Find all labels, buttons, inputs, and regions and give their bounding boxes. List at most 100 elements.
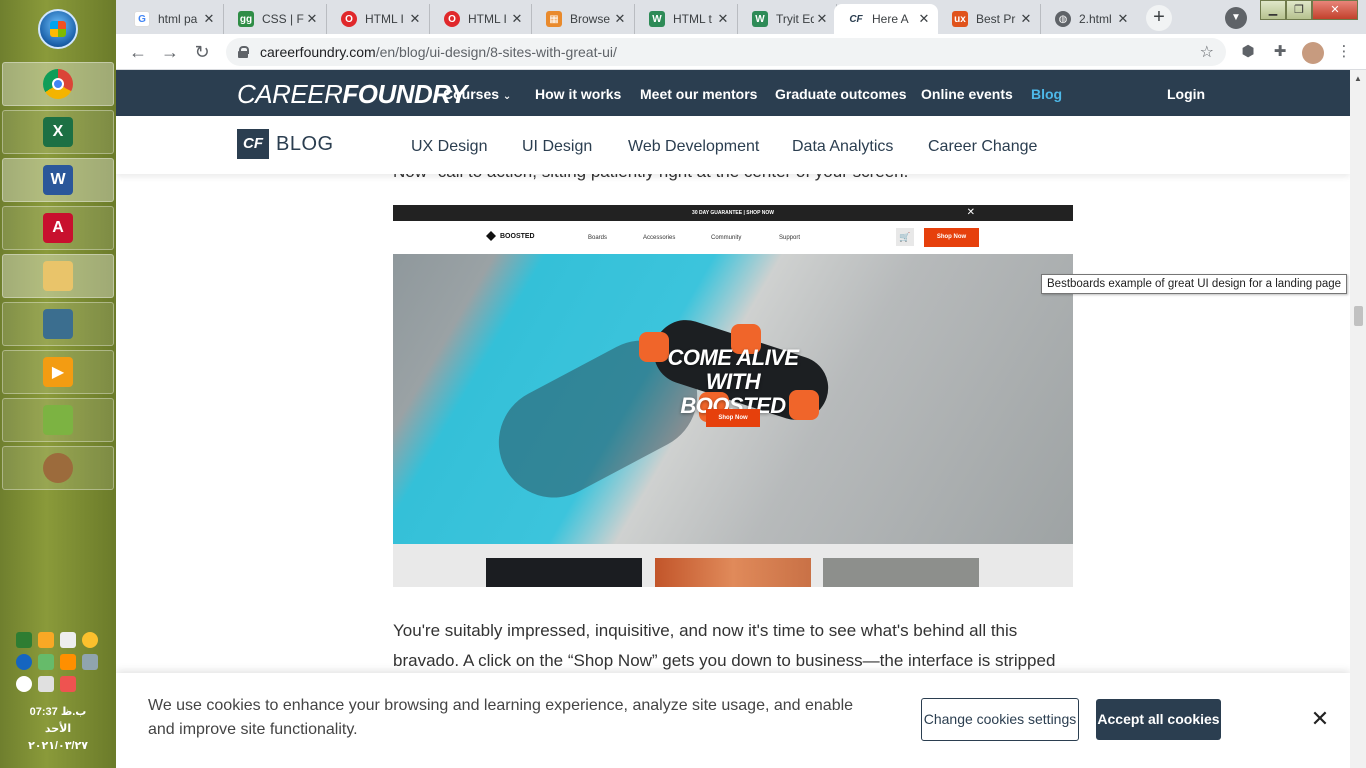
notepad-icon	[43, 405, 73, 435]
close-icon[interactable]: ✕	[407, 11, 423, 27]
browser-toolbar: ← → ↻ careerfoundry.com/en/blog/ui-desig…	[116, 34, 1366, 70]
tab-search-button[interactable]: ▼	[1225, 7, 1247, 29]
new-tab-button[interactable]: +	[1146, 5, 1172, 31]
clock-day: الأحد	[44, 723, 72, 735]
puzzle-icon[interactable]: ✚	[1270, 42, 1290, 62]
subnav-ux-design[interactable]: UX Design	[411, 138, 487, 156]
nav-courses[interactable]: Courses ⌄	[443, 86, 511, 102]
forward-button[interactable]: →	[158, 40, 182, 64]
volume-icon[interactable]	[16, 676, 32, 692]
close-icon[interactable]: ✕	[304, 11, 320, 27]
tab-title: HTML t	[673, 12, 712, 26]
nav-graduate-outcomes[interactable]: Graduate outcomes	[775, 86, 906, 102]
taskbar-chrome[interactable]	[2, 62, 114, 106]
bluetooth-icon[interactable]	[16, 654, 32, 670]
close-icon[interactable]: ✕	[509, 11, 525, 27]
close-icon[interactable]: ✕	[715, 11, 731, 27]
ux-icon: ux	[952, 11, 968, 27]
robot-extension-icon[interactable]: ⬢	[1238, 42, 1258, 62]
skateboard-photo: COME ALIVE WITH BOOSTED Shop Now	[393, 254, 1073, 544]
browser-tab[interactable]: ux Best Pr ✕	[938, 4, 1041, 34]
profile-avatar[interactable]	[1302, 42, 1324, 64]
browser-tab-active[interactable]: CF Here A ✕	[834, 4, 938, 34]
blog-label[interactable]: BLOG	[276, 133, 334, 156]
close-icon[interactable]: ✕	[1115, 11, 1131, 27]
browser-tab[interactable]: gg CSS | Fo ✕	[224, 4, 327, 34]
cf-badge-logo[interactable]: CF	[237, 129, 269, 159]
grid-icon: ▦	[546, 11, 562, 27]
start-button[interactable]	[38, 9, 78, 49]
folder-icon	[43, 261, 73, 291]
taskbar-acrobat[interactable]: A	[2, 206, 114, 250]
accept-all-cookies-button[interactable]: Accept all cookies	[1096, 699, 1221, 740]
arrow-right-icon: →	[161, 42, 179, 62]
close-icon[interactable]: ✕	[1018, 11, 1034, 27]
boosted-mark-icon	[486, 231, 496, 241]
menu-icon[interactable]: ⋮	[1334, 42, 1354, 62]
page-scrollbar[interactable]: ▲	[1350, 70, 1366, 768]
taskbar-excel[interactable]: X	[2, 110, 114, 154]
subnav-web-development[interactable]: Web Development	[628, 138, 759, 156]
chrome-icon	[43, 69, 73, 99]
taskbar-word[interactable]: W	[2, 158, 114, 202]
close-icon[interactable]: ✕	[201, 11, 217, 27]
browser-tab[interactable]: O HTML I ✕	[430, 4, 532, 34]
tray-app-icon[interactable]	[16, 632, 32, 648]
music-icon[interactable]	[60, 654, 76, 670]
close-icon[interactable]: ✕	[1310, 708, 1330, 730]
browser-tab[interactable]: O HTML I ✕	[327, 4, 430, 34]
browser-tab[interactable]: W Tryit Ed ✕	[738, 4, 837, 34]
lock-icon	[238, 46, 249, 58]
tab-strip: G html pa ✕ gg CSS | Fo ✕ O HTML I ✕ O H…	[116, 0, 1366, 34]
signal-icon[interactable]	[38, 676, 54, 692]
close-icon[interactable]: ✕	[916, 11, 932, 27]
subnav-data-analytics[interactable]: Data Analytics	[792, 138, 893, 156]
nav-blog[interactable]: Blog	[1031, 86, 1062, 102]
product-thumbnail	[486, 558, 642, 587]
back-button[interactable]: ←	[126, 40, 150, 64]
reload-button[interactable]: ↻	[190, 40, 214, 64]
mock-nav-item: Accessories	[643, 235, 676, 241]
shield-icon[interactable]	[38, 632, 54, 648]
close-icon[interactable]: ✕	[814, 11, 830, 27]
system-clock[interactable]: 07:37 ب.ظ الأحد ٢٠٢١/٠٣/٢٧	[0, 704, 116, 755]
nav-meet-our-mentors[interactable]: Meet our mentors	[640, 86, 757, 102]
nav-how-it-works[interactable]: How it works	[535, 86, 621, 102]
scrollbar-thumb[interactable]	[1354, 306, 1363, 326]
star-icon[interactable]: ☆	[1200, 42, 1214, 62]
clipboard-icon[interactable]	[60, 632, 76, 648]
taskbar-media-player[interactable]: ▶	[2, 350, 114, 394]
taskbar-paint[interactable]	[2, 446, 114, 490]
boosted-logo: BOOSTED	[486, 231, 535, 241]
maximize-button[interactable]: ❐	[1286, 0, 1312, 20]
tab-title: Best Pr	[976, 12, 1016, 26]
tab-title: HTML I	[468, 12, 507, 26]
promo-banner-text: 30 DAY GUARANTEE | SHOP NOW	[692, 210, 774, 216]
minimize-button[interactable]: ▁	[1260, 0, 1286, 20]
subnav-career-change[interactable]: Career Change	[928, 138, 1037, 156]
nav-online-events[interactable]: Online events	[921, 86, 1013, 102]
taskbar-notepad[interactable]	[2, 398, 114, 442]
taskbar-explorer[interactable]	[2, 254, 114, 298]
change-cookies-settings-button[interactable]: Change cookies settings	[921, 698, 1079, 741]
subnav-ui-design[interactable]: UI Design	[522, 138, 592, 156]
browser-tab[interactable]: W HTML t ✕	[635, 4, 738, 34]
browser-tab[interactable]: ◍ 2.html ✕	[1041, 4, 1137, 34]
disc-icon[interactable]	[82, 632, 98, 648]
network-error-icon[interactable]	[60, 676, 76, 692]
display-icon[interactable]	[82, 654, 98, 670]
checkmark-icon[interactable]	[38, 654, 54, 670]
careerfoundry-logo[interactable]: CAREERFOUNDRY	[237, 79, 467, 110]
close-icon[interactable]: ✕	[612, 11, 628, 27]
taskbar-remote-desktop[interactable]	[2, 302, 114, 346]
tab-title: CSS | Fo	[262, 12, 304, 26]
opera-icon: O	[444, 11, 460, 27]
login-link[interactable]: Login	[1167, 86, 1205, 102]
word-icon: W	[43, 165, 73, 195]
window-close-button[interactable]: ✕	[1312, 0, 1358, 20]
mock-nav-item: Boards	[588, 235, 608, 241]
address-bar[interactable]: careerfoundry.com/en/blog/ui-design/8-si…	[226, 38, 1226, 66]
browser-tab[interactable]: G html pa ✕	[120, 4, 224, 34]
browser-tab[interactable]: ▦ Browse ✕	[532, 4, 635, 34]
scroll-up-icon[interactable]: ▲	[1353, 74, 1363, 83]
